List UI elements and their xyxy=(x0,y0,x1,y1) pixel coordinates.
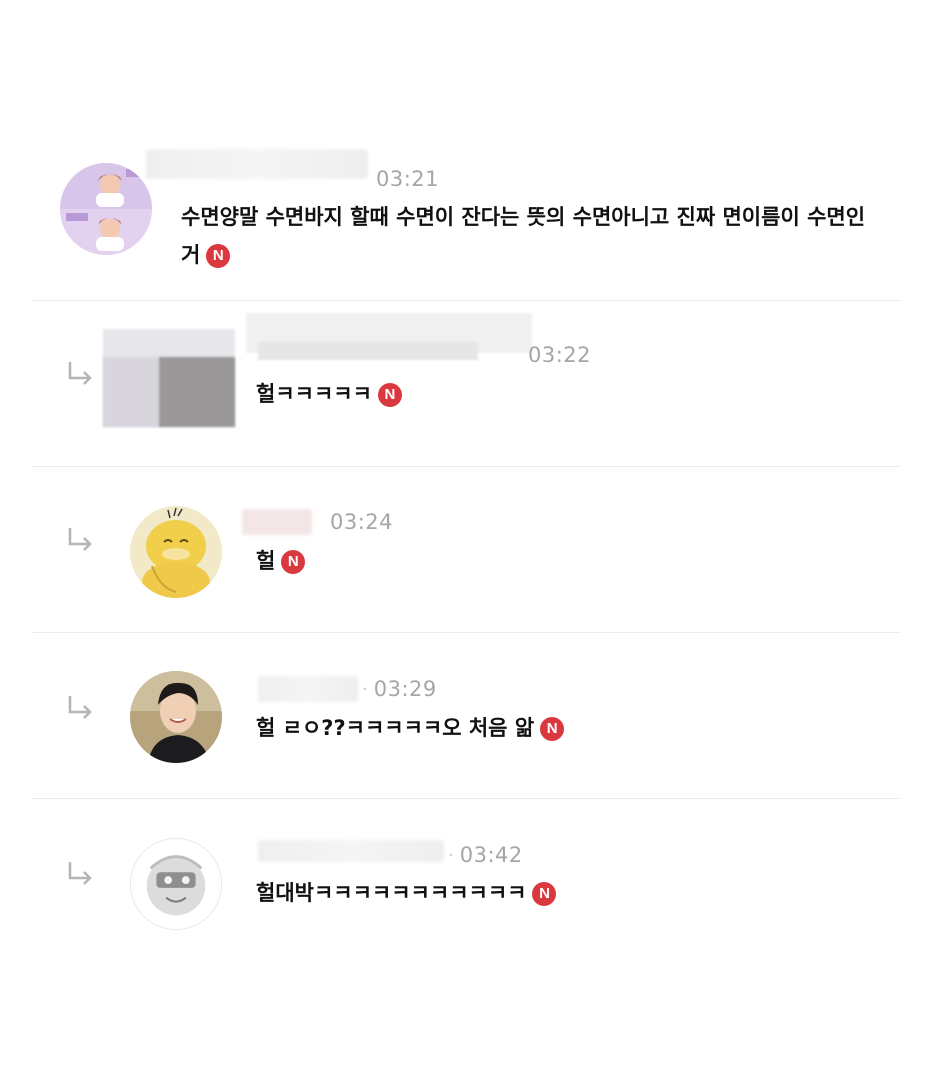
avatar-censored xyxy=(159,357,235,427)
comment-text: 헐ㅋㅋㅋㅋㅋ xyxy=(256,382,372,406)
comment-time: 03:42 xyxy=(459,843,523,867)
comment-text: 헐 ㄹㅇ??ㅋㅋㅋㅋㅋ오 처음 앎 xyxy=(256,716,535,740)
new-badge: N xyxy=(377,383,402,407)
reply-arrow-icon xyxy=(64,858,98,892)
comment-time: 03:24 xyxy=(330,510,394,534)
avatar[interactable] xyxy=(60,163,152,255)
comment-meta: 03:24 xyxy=(242,505,393,539)
new-badge: N xyxy=(532,882,557,906)
divider xyxy=(32,632,900,633)
author-name-blurred xyxy=(258,676,358,702)
divider xyxy=(32,798,900,799)
comment-text: 헐대박ㅋㅋㅋㅋㅋㅋㅋㅋㅋㅋㅋ xyxy=(256,881,527,905)
author-name-blurred xyxy=(146,149,368,179)
comment-text-container: 수면양말 수면바지 할때 수면이 잔다는 뜻의 수면아니고 진짜 면이름이 수면… xyxy=(181,198,881,274)
comment-text-container: 헐 ㄹㅇ??ㅋㅋㅋㅋㅋ오 처음 앎N xyxy=(256,709,565,747)
comment-meta: 03:22 xyxy=(528,338,591,372)
new-badge: N xyxy=(281,550,306,574)
divider xyxy=(32,300,900,301)
divider xyxy=(32,466,900,467)
new-badge: N xyxy=(540,717,565,741)
separator-dot: · xyxy=(362,678,368,700)
comment-time: 03:22 xyxy=(528,343,592,367)
author-name-blurred xyxy=(258,840,444,862)
avatar[interactable] xyxy=(130,506,222,598)
comment-meta: · 03:29 xyxy=(258,672,437,706)
avatar[interactable] xyxy=(130,671,222,763)
author-name-blurred xyxy=(242,509,312,535)
reply-arrow-icon xyxy=(64,692,98,726)
comment-text: 헐 xyxy=(256,549,276,573)
new-badge: N xyxy=(206,244,231,268)
comment-text-container: 헐ㅋㅋㅋㅋㅋ N xyxy=(256,375,402,413)
avatar[interactable] xyxy=(130,838,222,930)
comment-time: 03:21 xyxy=(376,167,440,191)
comment-meta: 03:21 xyxy=(146,149,440,196)
separator-dot: · xyxy=(448,844,454,866)
comment-text-container: 헐N xyxy=(256,542,306,580)
reply-arrow-icon xyxy=(64,524,98,558)
comment-meta: · 03:42 xyxy=(258,838,523,872)
author-name-blurred xyxy=(258,342,478,360)
comment-text-container: 헐대박ㅋㅋㅋㅋㅋㅋㅋㅋㅋㅋㅋ N xyxy=(256,874,557,912)
avatar-censored xyxy=(103,357,159,427)
reply-arrow-icon xyxy=(64,358,98,392)
comment-text: 수면양말 수면바지 할때 수면이 잔다는 뜻의 수면아니고 진짜 면이름이 수면… xyxy=(181,205,866,267)
comment-time: 03:29 xyxy=(373,677,437,701)
